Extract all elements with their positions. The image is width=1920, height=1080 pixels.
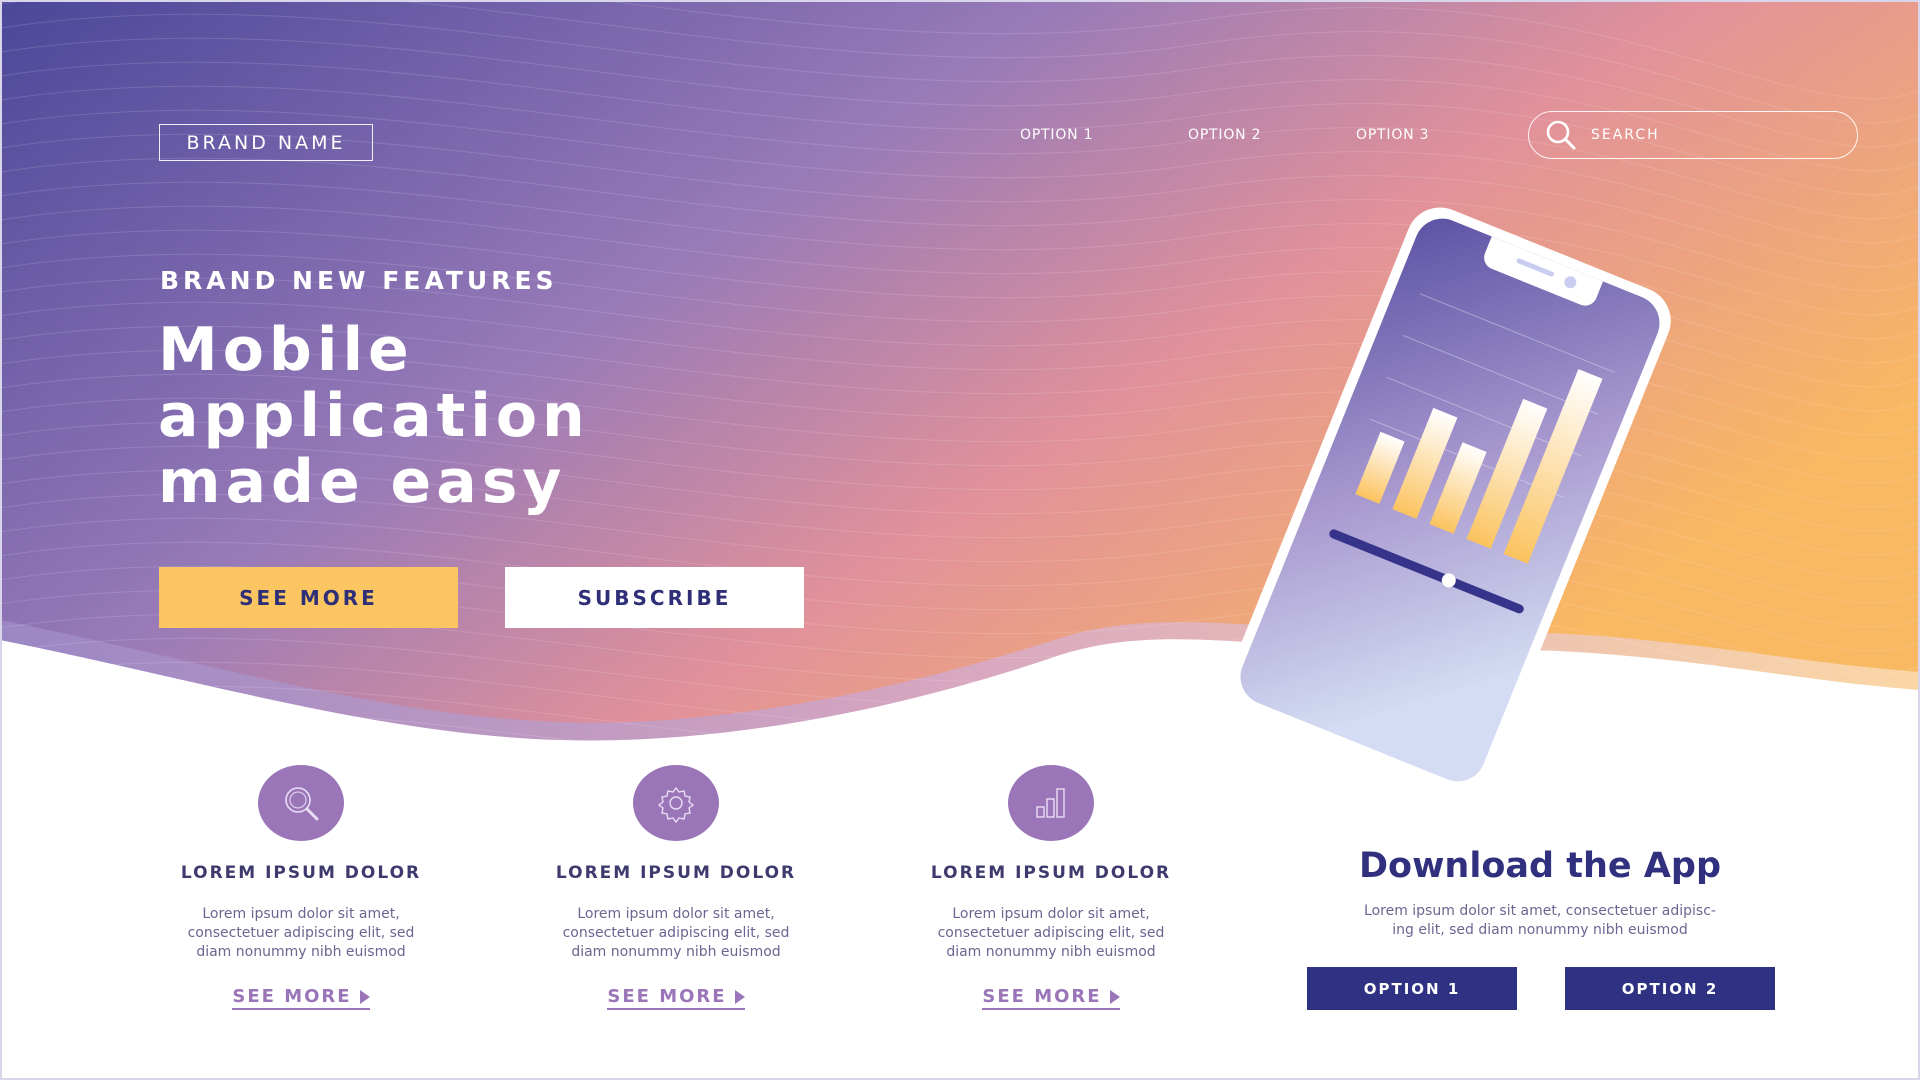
feature-card-analytics: LOREM IPSUM DOLOR Lorem ipsum dolor sit …	[891, 765, 1211, 1010]
landing-page: BRAND NAME OPTION 1 OPTION 2 OPTION 3 BR…	[0, 0, 1920, 1080]
feature-see-more-link[interactable]: SEE MORE	[232, 986, 370, 1010]
feature-badge	[633, 765, 719, 841]
feature-link-label: SEE MORE	[607, 986, 727, 1007]
nav-option-3[interactable]: OPTION 3	[1356, 127, 1429, 143]
headline-line-1: Mobile	[158, 315, 414, 385]
headline-line-3: made easy	[158, 447, 567, 517]
feature-desc-line: consectetuer adipiscing elit, sed	[937, 925, 1165, 941]
download-desc-line: Lorem ipsum dolor sit amet, consectetuer…	[1364, 903, 1716, 919]
download-option-1-button[interactable]: OPTION 1	[1307, 967, 1517, 1010]
hero-eyebrow: BRAND NEW FEATURES	[160, 266, 558, 295]
feature-description: Lorem ipsum dolor sit amet, consectetuer…	[536, 905, 816, 962]
feature-title: LOREM IPSUM DOLOR	[555, 863, 797, 883]
feature-desc-line: Lorem ipsum dolor sit amet,	[952, 906, 1150, 922]
feature-desc-line: consectetuer adipiscing elit, sed	[562, 925, 790, 941]
headline-line-2: application	[158, 381, 590, 451]
search-icon[interactable]	[1545, 119, 1577, 151]
search-bar[interactable]	[1528, 111, 1858, 159]
feature-see-more-link[interactable]: SEE MORE	[607, 986, 745, 1010]
feature-desc-line: Lorem ipsum dolor sit amet,	[202, 906, 400, 922]
caret-right-icon	[1109, 989, 1120, 1004]
bar-chart-icon	[1036, 788, 1065, 818]
feature-desc-line: consectetuer adipiscing elit, sed	[187, 925, 415, 941]
feature-title: LOREM IPSUM DOLOR	[180, 863, 422, 883]
download-desc-line: ing elit, sed diam nonummy nibh euismod	[1392, 922, 1688, 938]
feature-link-label: SEE MORE	[982, 986, 1102, 1007]
feature-title: LOREM IPSUM DOLOR	[930, 863, 1172, 883]
feature-desc-line: diam nonummy nibh euismod	[196, 944, 406, 960]
search-icon	[285, 787, 319, 821]
feature-desc-line: diam nonummy nibh euismod	[946, 944, 1156, 960]
feature-desc-line: Lorem ipsum dolor sit amet,	[577, 906, 775, 922]
hero-headline: Mobile application made easy	[158, 317, 858, 515]
feature-description: Lorem ipsum dolor sit amet, consectetuer…	[911, 905, 1191, 962]
see-more-button[interactable]: SEE MORE	[159, 567, 458, 628]
feature-desc-line: diam nonummy nibh euismod	[571, 944, 781, 960]
feature-card-search: LOREM IPSUM DOLOR Lorem ipsum dolor sit …	[141, 765, 461, 1010]
feature-card-settings: LOREM IPSUM DOLOR Lorem ipsum dolor sit …	[516, 765, 836, 1010]
download-title: Download the App	[1358, 846, 1721, 886]
feature-description: Lorem ipsum dolor sit amet, consectetuer…	[161, 905, 441, 962]
caret-right-icon	[359, 989, 370, 1004]
nav-option-1[interactable]: OPTION 1	[1020, 127, 1093, 143]
nav-option-2[interactable]: OPTION 2	[1188, 127, 1261, 143]
download-option-2-button[interactable]: OPTION 2	[1565, 967, 1775, 1010]
feature-see-more-link[interactable]: SEE MORE	[982, 986, 1120, 1010]
feature-badge	[1008, 765, 1094, 841]
feature-badge	[258, 765, 344, 841]
subscribe-button[interactable]: SUBSCRIBE	[505, 567, 804, 628]
feature-link-label: SEE MORE	[232, 986, 352, 1007]
phone-illustration	[1229, 207, 1671, 793]
caret-right-icon	[734, 989, 745, 1004]
gear-icon	[657, 786, 695, 824]
brand-name-logo[interactable]: BRAND NAME	[159, 124, 373, 161]
search-input[interactable]	[1591, 127, 1821, 143]
download-description: Lorem ipsum dolor sit amet, consectetuer…	[1330, 902, 1750, 940]
download-section: Download the App Lorem ipsum dolor sit a…	[1320, 846, 1760, 940]
